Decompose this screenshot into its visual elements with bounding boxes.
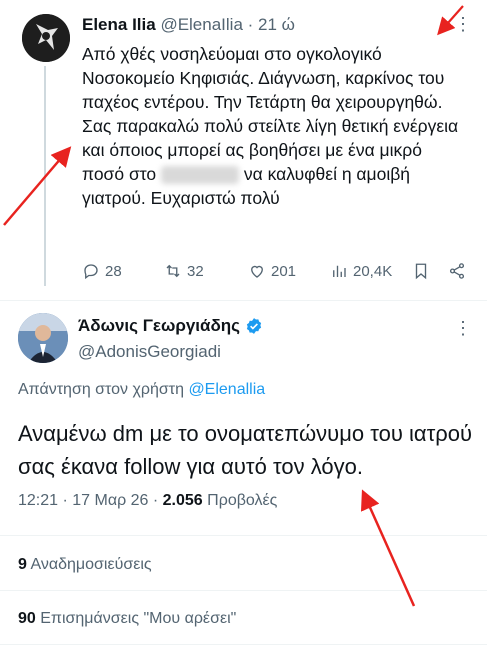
- arrow-bottom: [360, 489, 416, 607]
- arrow-top-right: [437, 5, 464, 36]
- annotation-arrows: [3, 5, 464, 607]
- arrow-left: [3, 146, 72, 226]
